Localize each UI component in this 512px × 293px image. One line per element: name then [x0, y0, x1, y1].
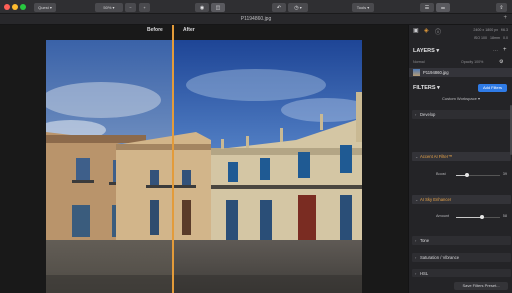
- tools-label: Tools: [356, 5, 367, 10]
- info-icon[interactable]: ⓘ: [435, 27, 441, 36]
- filter-name: Accent AI Filter™: [420, 154, 453, 159]
- list-icon: ☰: [424, 5, 430, 11]
- chevron-right-icon: ›: [415, 271, 417, 276]
- tools-dropdown[interactable]: Tools ▾: [352, 3, 374, 12]
- chevron-down-icon: ⌄: [415, 197, 419, 202]
- blend-mode-select[interactable]: Normal: [413, 60, 425, 64]
- zoom-level: 50%: [103, 5, 112, 10]
- side-panel: ▣ ◈ ⓘ 2400 x 1800 px f/6.3 ISO 100 18mm …: [408, 25, 512, 293]
- image-iso: ISO 100: [473, 36, 487, 40]
- chevron-right-icon: ›: [415, 112, 417, 117]
- save-filters-preset-button[interactable]: Save Filters Preset...: [454, 282, 508, 290]
- slider-knob[interactable]: [480, 215, 484, 219]
- filters-title: FILTERS: [413, 85, 436, 91]
- zoom-dropdown[interactable]: 50% ▾: [95, 3, 123, 12]
- before-label: Before: [147, 27, 163, 33]
- image-aperture: f/6.3: [501, 28, 508, 32]
- filter-name: Tone: [420, 238, 430, 243]
- filters-section-header[interactable]: FILTERS ▾: [413, 85, 440, 91]
- workspace-select[interactable]: Custom Workspace ▾: [409, 96, 512, 101]
- document-tab-bar: P1194860.jpg +: [0, 14, 512, 25]
- amount-slider[interactable]: [456, 215, 500, 219]
- slider-value: 58: [502, 214, 507, 218]
- filter-name: Saturation / Vibrance: [420, 255, 460, 260]
- sliders-icon: ⚌: [440, 5, 446, 11]
- compare-icon: ◫: [215, 5, 221, 11]
- image-meta-bottom: ISO 100 18mm 0.0: [474, 36, 508, 40]
- opacity-value[interactable]: Opacity 100%: [461, 60, 483, 64]
- layers-icon[interactable]: ◈: [424, 27, 429, 34]
- preview-button[interactable]: ◉: [195, 3, 209, 12]
- document-tab[interactable]: P1194860.jpg: [0, 16, 512, 22]
- workspace-label: Custom Workspace: [442, 96, 477, 101]
- amount-slider-row: Amount 58: [412, 213, 511, 221]
- zoom-window-button[interactable]: [20, 4, 26, 10]
- filter-saturation-vibrance[interactable]: › Saturation / Vibrance: [412, 253, 511, 262]
- layers-section-header[interactable]: LAYERS ▾: [413, 48, 439, 54]
- add-filters-button[interactable]: Add Filters: [478, 84, 507, 92]
- street-scene-image: [46, 40, 362, 293]
- more-icon[interactable]: ⋯: [493, 48, 498, 54]
- after-label: After: [183, 27, 195, 33]
- image-focal-length: 18mm: [490, 36, 500, 40]
- workspace-dropdown[interactable]: Quest ▾: [34, 3, 56, 12]
- zoom-in-button[interactable]: +: [139, 3, 150, 12]
- eye-icon: ◉: [199, 5, 205, 11]
- compare-button[interactable]: ◫: [211, 3, 225, 12]
- layers-title: LAYERS: [413, 48, 435, 54]
- filter-hsl[interactable]: › HSL: [412, 269, 511, 277]
- layer-row[interactable]: P1194860.jpg: [409, 68, 512, 77]
- image-dimensions: 2400 x 1800 px: [473, 28, 498, 32]
- chevron-down-icon: ⌄: [415, 154, 419, 159]
- new-tab-button[interactable]: +: [503, 15, 507, 21]
- zoom-out-button[interactable]: −: [125, 3, 136, 12]
- chevron-right-icon: ›: [415, 255, 417, 260]
- filter-ai-sky[interactable]: ⌄ AI Sky Enhancer: [412, 195, 511, 204]
- filter-name: HSL: [420, 271, 429, 276]
- workspace-dropdown-label: Quest: [38, 5, 49, 10]
- share-button[interactable]: ⇧: [496, 3, 507, 12]
- layer-name: P1194860.jpg: [423, 70, 449, 75]
- undo-icon: ↶: [276, 5, 282, 11]
- window-toolbar: Quest ▾ 50% ▾ − + ◉ ◫ ↶ ◷ ▾ Tools ▾ ☰ ⚌ …: [0, 0, 512, 14]
- filter-accent-ai[interactable]: ⌄ Accent AI Filter™: [412, 152, 511, 161]
- image-icon[interactable]: ▣: [413, 27, 419, 34]
- slider-label: Amount: [436, 214, 450, 218]
- boost-slider[interactable]: [456, 173, 500, 177]
- slider-knob[interactable]: [465, 173, 469, 177]
- image-exposure: 0.0: [503, 36, 508, 40]
- minimize-window-button[interactable]: [12, 4, 18, 10]
- filter-name: AI Sky Enhancer: [420, 197, 452, 202]
- info-panel-button[interactable]: ☰: [420, 3, 434, 12]
- boost-slider-row: Boost 39: [412, 171, 511, 179]
- history-button[interactable]: ◷ ▾: [288, 3, 308, 12]
- image-meta-top: 2400 x 1800 px f/6.3: [473, 28, 508, 32]
- minus-icon: −: [129, 5, 132, 10]
- undo-button[interactable]: ↶: [272, 3, 286, 12]
- before-after-divider-handle[interactable]: [172, 25, 174, 293]
- share-icon: ⇧: [499, 5, 504, 11]
- gear-icon[interactable]: ⚙: [499, 59, 503, 65]
- layer-thumbnail: [413, 69, 420, 76]
- close-window-button[interactable]: [4, 4, 10, 10]
- add-layer-icon[interactable]: +: [503, 47, 507, 53]
- filter-develop[interactable]: › Develop: [412, 110, 511, 119]
- chevron-right-icon: ›: [415, 238, 417, 243]
- slider-value: 39: [502, 172, 507, 176]
- filters-panel-button[interactable]: ⚌: [436, 3, 450, 12]
- filter-tone[interactable]: › Tone: [412, 236, 511, 245]
- photo-preview: [46, 40, 362, 293]
- filter-name: Develop: [420, 112, 436, 117]
- plus-icon: +: [143, 5, 146, 10]
- image-canvas[interactable]: Before After: [0, 25, 408, 293]
- slider-fill: [456, 217, 482, 218]
- slider-label: Boost: [436, 172, 446, 176]
- clock-icon: ◷: [294, 5, 299, 11]
